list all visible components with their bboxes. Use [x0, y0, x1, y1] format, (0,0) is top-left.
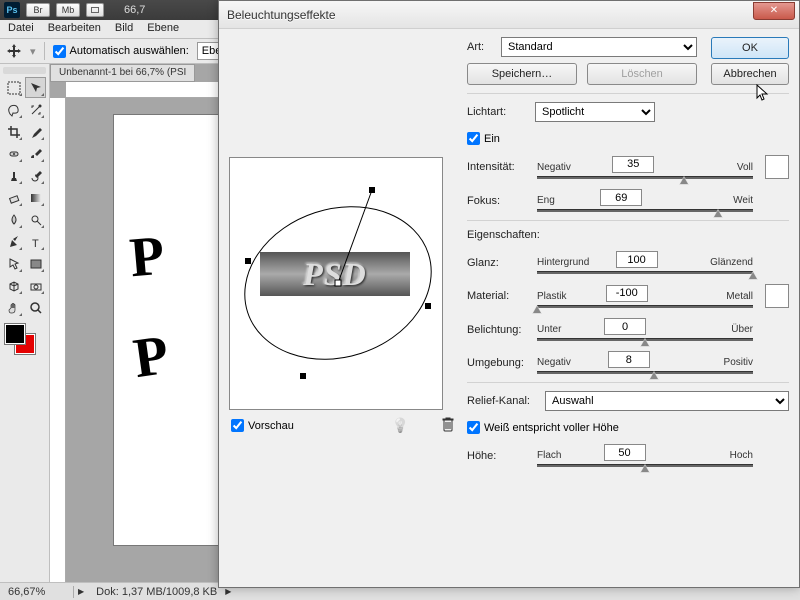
ambience-value[interactable] — [608, 351, 650, 368]
white-high-checkbox[interactable]: Weiß entspricht voller Höhe — [467, 421, 789, 434]
3d-tool[interactable] — [3, 275, 24, 296]
focus-slider[interactable] — [537, 209, 753, 212]
texture-channel-dropdown[interactable]: Auswahl — [545, 391, 789, 411]
type-tool[interactable]: T — [25, 231, 46, 252]
hand-tool[interactable] — [3, 297, 24, 318]
ambience-slider[interactable] — [537, 371, 753, 374]
history-brush-tool[interactable] — [25, 165, 46, 186]
crop-tool[interactable] — [3, 121, 24, 142]
cancel-button[interactable]: Abbrechen — [711, 63, 789, 85]
dialog-title: Beleuchtungseffekte — [227, 8, 753, 22]
tools-panel: T — [0, 64, 50, 582]
panel-grip[interactable] — [3, 67, 46, 74]
material-label: Material: — [467, 290, 529, 302]
eraser-tool[interactable] — [3, 187, 24, 208]
preview-area[interactable]: PSD — [229, 157, 443, 410]
menu-file[interactable]: Datei — [8, 22, 34, 36]
lightbulb-icon[interactable]: 💡 — [392, 417, 409, 434]
brush-tool[interactable] — [25, 143, 46, 164]
move-tool[interactable] — [25, 77, 46, 98]
eyedropper-tool[interactable] — [25, 121, 46, 142]
style-label: Art: — [467, 41, 495, 53]
stamp-tool[interactable] — [3, 165, 24, 186]
bridge-button[interactable]: Br — [26, 3, 50, 17]
document-tab[interactable]: Unbenannt-1 bei 66,7% (PSI — [50, 64, 195, 82]
healing-tool[interactable] — [3, 143, 24, 164]
blur-tool[interactable] — [3, 209, 24, 230]
zoom-tool[interactable] — [25, 297, 46, 318]
foreground-color[interactable] — [5, 324, 25, 344]
auto-select-checkbox[interactable]: Automatisch auswählen: — [53, 45, 189, 58]
mouse-cursor — [756, 84, 772, 104]
exposure-value[interactable] — [604, 318, 646, 335]
zoom-field[interactable]: 66,67% — [4, 586, 74, 598]
intensity-slider[interactable] — [537, 176, 753, 179]
focus-label: Fokus: — [467, 195, 529, 207]
photoshop-logo: Ps — [4, 2, 20, 18]
close-button[interactable]: ✕ — [753, 2, 795, 20]
menu-edit[interactable]: Bearbeiten — [48, 22, 101, 36]
exposure-slider[interactable] — [537, 338, 753, 341]
svg-text:T: T — [32, 238, 39, 249]
doc-info[interactable]: Dok: 1,37 MB/1009,8 KB — [88, 586, 225, 598]
light-type-label: Lichtart: — [467, 106, 529, 118]
magic-wand-tool[interactable] — [25, 99, 46, 120]
camera-tool[interactable] — [25, 275, 46, 296]
ambience-label: Umgebung: — [467, 357, 529, 369]
ruler-vertical[interactable] — [50, 98, 66, 582]
gloss-label: Glanz: — [467, 257, 529, 269]
lasso-tool[interactable] — [3, 99, 24, 120]
pen-tool[interactable] — [3, 231, 24, 252]
height-label: Höhe: — [467, 450, 529, 462]
zoom-level: 66,7 — [124, 4, 145, 16]
style-dropdown[interactable]: Standard — [501, 37, 697, 57]
material-value[interactable] — [606, 285, 648, 302]
gloss-slider[interactable] — [537, 271, 753, 274]
ok-button[interactable]: OK — [711, 37, 789, 59]
properties-label: Eigenschaften: — [467, 229, 789, 241]
intensity-label: Intensität: — [467, 161, 529, 173]
light-color-swatch[interactable] — [765, 155, 789, 179]
view-button[interactable] — [86, 3, 104, 17]
dialog-titlebar[interactable]: Beleuchtungseffekte ✕ — [219, 1, 799, 29]
path-select-tool[interactable] — [3, 253, 24, 274]
intensity-value[interactable] — [612, 156, 654, 173]
gloss-value[interactable] — [616, 251, 658, 268]
texture-channel-label: Relief-Kanal: — [467, 395, 539, 407]
height-value[interactable] — [604, 444, 646, 461]
on-checkbox[interactable]: Ein — [467, 132, 789, 145]
color-swatches[interactable] — [3, 322, 46, 358]
minibridge-button[interactable]: Mb — [56, 3, 80, 17]
exposure-label: Belichtung: — [467, 324, 529, 336]
light-type-dropdown[interactable]: Spotlicht — [535, 102, 655, 122]
trash-icon[interactable] — [441, 416, 455, 435]
menu-image[interactable]: Bild — [115, 22, 133, 36]
delete-button: Löschen — [587, 63, 697, 85]
shape-tool[interactable] — [25, 253, 46, 274]
preview-checkbox[interactable]: Vorschau — [231, 419, 294, 432]
marquee-tool[interactable] — [3, 77, 24, 98]
focus-value[interactable] — [600, 189, 642, 206]
ambient-color-swatch[interactable] — [765, 284, 789, 308]
menu-layer[interactable]: Ebene — [147, 22, 179, 36]
lighting-effects-dialog: Beleuchtungseffekte ✕ PSD Vorschau — [218, 0, 800, 588]
height-slider[interactable] — [537, 464, 753, 467]
gradient-tool[interactable] — [25, 187, 46, 208]
move-tool-icon — [6, 43, 22, 59]
material-slider[interactable] — [537, 305, 753, 308]
save-button[interactable]: Speichern… — [467, 63, 577, 85]
dodge-tool[interactable] — [25, 209, 46, 230]
